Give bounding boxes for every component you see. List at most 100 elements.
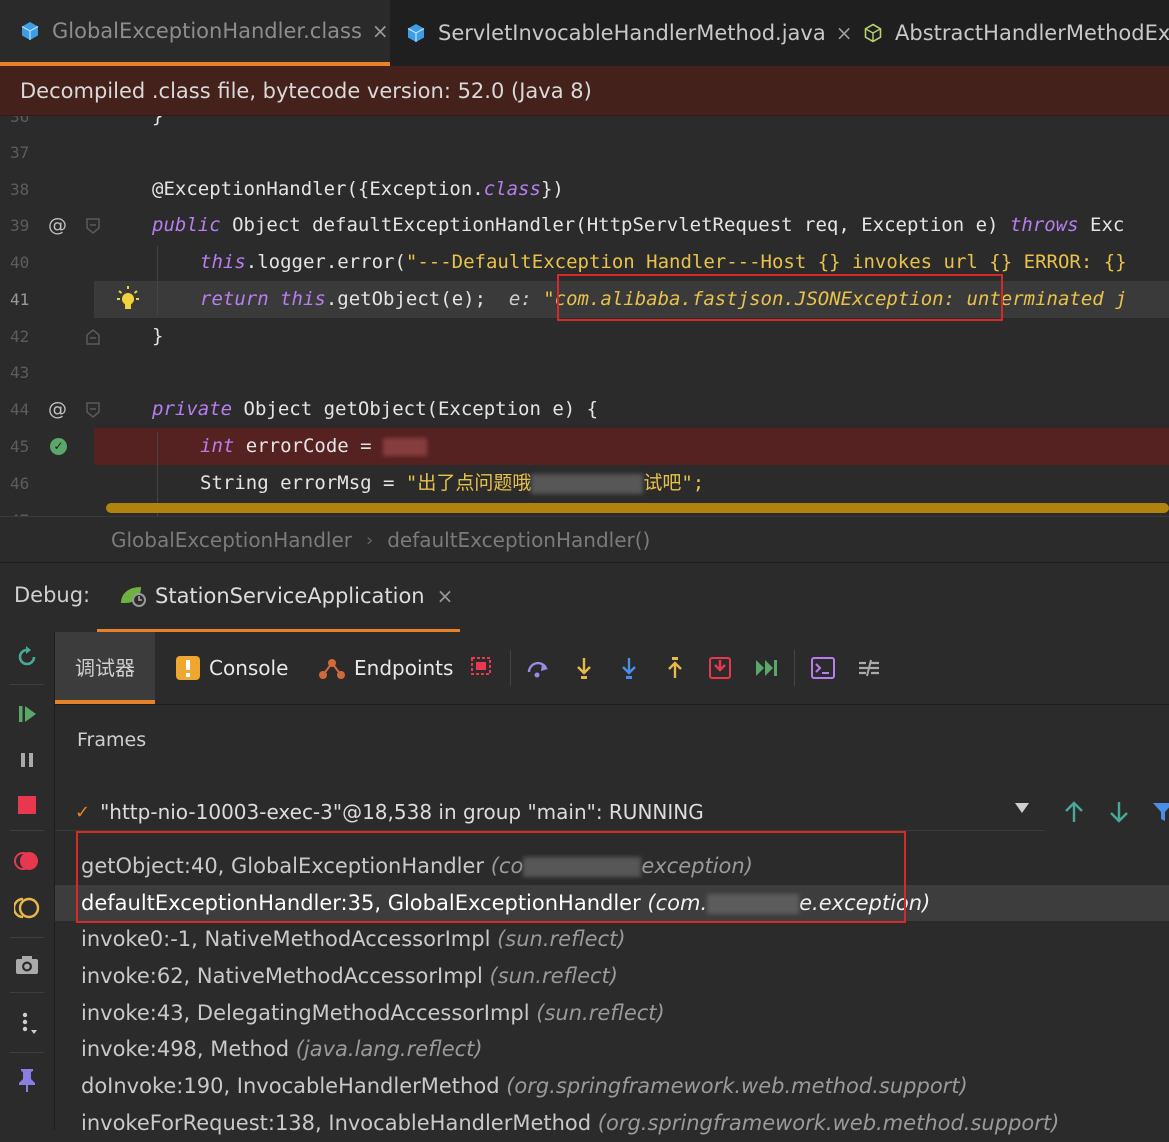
- annotation-at-icon[interactable]: @: [48, 391, 67, 428]
- spring-boot-app-icon: [121, 587, 146, 607]
- tab-label: GlobalExceptionHandler.class: [52, 19, 362, 43]
- drop-frame-icon[interactable]: [708, 656, 732, 680]
- frame-row[interactable]: doInvoke:190, InvocableHandlerMethod (or…: [55, 1068, 1169, 1105]
- line-number: 38: [10, 180, 30, 199]
- code-text: public Object defaultExceptionHandler(Ht…: [152, 214, 1125, 236]
- pause-icon[interactable]: [14, 747, 40, 773]
- debugger-toolbar: 调试器 Console Endpoints: [55, 632, 1169, 705]
- more-actions-icon[interactable]: [14, 1010, 40, 1036]
- line-number: 44: [10, 400, 30, 419]
- endpoints-icon: [319, 659, 345, 679]
- frame-method: invoke0:-1, NativeMethodAccessorImpl: [81, 927, 498, 952]
- frame-method: invoke:62, NativeMethodAccessorImpl: [81, 964, 490, 989]
- breadcrumb-method[interactable]: defaultExceptionHandler(): [387, 528, 650, 552]
- code-text: private Object getObject(Exception e) {: [152, 398, 599, 420]
- trace-current-stream-icon[interactable]: [857, 656, 881, 680]
- restore-layout-icon[interactable]: [468, 656, 492, 680]
- frame-row[interactable]: invoke:62, NativeMethodAccessorImpl (sun…: [55, 958, 1169, 995]
- editor-tab-bar: GlobalExceptionHandler.class × ServletIn…: [0, 0, 1169, 66]
- step-out-icon[interactable]: [663, 656, 687, 680]
- breadcrumb-separator: ›: [365, 529, 374, 551]
- line-number: 42: [10, 327, 30, 346]
- fold-icon[interactable]: [86, 402, 100, 418]
- filter-icon[interactable]: [1152, 800, 1169, 824]
- close-icon[interactable]: ×: [437, 584, 454, 608]
- step-into-icon[interactable]: [572, 656, 596, 680]
- console-warning-icon: [176, 656, 200, 680]
- debug-side-toolbar: [0, 632, 55, 1130]
- abstract-class-icon: [864, 23, 882, 43]
- debug-tool-window-header: Debug: StationServiceApplication ×: [0, 562, 1169, 633]
- tab-debugger[interactable]: 调试器: [55, 632, 155, 704]
- force-step-into-icon[interactable]: [617, 656, 641, 680]
- code-line-38: 38 @ExceptionHandler({Exception.class}): [0, 171, 1169, 208]
- line-number: 39: [10, 216, 30, 235]
- step-over-icon[interactable]: [526, 656, 550, 680]
- frame-row[interactable]: invoke:498, Method (java.lang.reflect): [55, 1031, 1169, 1068]
- camera-icon[interactable]: [14, 952, 40, 978]
- frame-row[interactable]: invoke:43, DelegatingMethodAccessorImpl …: [55, 995, 1169, 1032]
- line-number: 40: [10, 253, 30, 272]
- tab-label: 调试器: [75, 655, 135, 680]
- thread-name: "http-nio-10003-exec-3"@18,538 in group …: [100, 800, 704, 824]
- frame-package: (sun.reflect): [497, 927, 626, 952]
- code-text: String errorMsg = "出了点问题哦 试吧";: [200, 472, 705, 494]
- divider: [10, 1052, 44, 1053]
- run-to-cursor-icon[interactable]: [754, 656, 778, 680]
- code-line-45: 45 ✓ int errorCode =: [0, 428, 1169, 465]
- rerun-icon[interactable]: [14, 644, 40, 670]
- stop-icon[interactable]: [14, 792, 40, 818]
- chevron-down-icon[interactable]: [1015, 803, 1029, 813]
- divider: [10, 830, 44, 831]
- redacted-text: [531, 473, 644, 494]
- mute-breakpoints-icon[interactable]: [14, 895, 40, 921]
- close-icon[interactable]: ×: [372, 19, 389, 43]
- tab-label: Console: [209, 656, 289, 680]
- code-line-36: 36 }: [0, 116, 1169, 135]
- tab-global-exception-handler[interactable]: GlobalExceptionHandler.class ×: [0, 0, 390, 66]
- line-number: 45: [10, 437, 30, 456]
- frame-method: invokeForRequest:138, InvocableHandlerMe…: [81, 1110, 598, 1135]
- close-icon[interactable]: ×: [836, 21, 853, 45]
- tab-endpoints[interactable]: Endpoints: [318, 632, 453, 704]
- highlight-box-exception-value: [557, 274, 1003, 321]
- thread-selector[interactable]: ✓ "http-nio-10003-exec-3"@18,538 in grou…: [55, 794, 1045, 831]
- tab-label: AbstractHandlerMethodExc: [895, 21, 1169, 45]
- tab-servlet-invocable-handler-method[interactable]: ServletInvocableHandlerMethod.java ×: [406, 0, 852, 66]
- code-line-42: 42 }: [0, 318, 1169, 355]
- code-editor[interactable]: 36 } 37 38 @ExceptionHandler({Exception.…: [0, 116, 1169, 516]
- view-breakpoints-icon[interactable]: [14, 848, 40, 874]
- breadcrumb: GlobalExceptionHandler › defaultExceptio…: [0, 516, 1169, 563]
- fold-end-icon[interactable]: [86, 329, 100, 345]
- class-file-icon: [407, 24, 425, 42]
- tab-label: Endpoints: [354, 656, 454, 680]
- arrow-up-icon[interactable]: [1063, 800, 1085, 824]
- fold-icon[interactable]: [86, 218, 100, 234]
- debug-label: Debug:: [14, 583, 91, 607]
- annotation-at-icon[interactable]: @: [48, 207, 67, 244]
- check-icon: ✓: [75, 801, 91, 823]
- arrow-down-icon[interactable]: [1108, 800, 1130, 824]
- divider: [10, 937, 44, 938]
- frame-row[interactable]: invoke0:-1, NativeMethodAccessorImpl (su…: [55, 921, 1169, 958]
- decompiled-banner: Decompiled .class file, bytecode version…: [0, 66, 1169, 116]
- tab-abstract-handler-method[interactable]: AbstractHandlerMethodExc: [863, 0, 1169, 66]
- debug-session-name: StationServiceApplication: [155, 584, 425, 608]
- redacted-value: [383, 437, 428, 456]
- horizontal-scrollbar[interactable]: [106, 503, 1169, 513]
- debug-session-tab[interactable]: StationServiceApplication ×: [97, 563, 460, 633]
- evaluate-expression-icon[interactable]: [811, 656, 835, 680]
- breakpoint-verified-icon[interactable]: ✓: [50, 438, 67, 455]
- lightbulb-icon[interactable]: [117, 285, 139, 313]
- divider: [510, 650, 511, 686]
- code-text: }: [152, 116, 164, 127]
- breadcrumb-class[interactable]: GlobalExceptionHandler: [111, 528, 352, 552]
- resume-icon[interactable]: [14, 701, 40, 727]
- line-number: 41: [10, 290, 30, 309]
- frame-package: (sun.reflect): [536, 1000, 665, 1025]
- frame-row[interactable]: invokeForRequest:138, InvocableHandlerMe…: [55, 1105, 1169, 1142]
- divider: [10, 992, 44, 993]
- tab-console[interactable]: Console: [175, 632, 288, 704]
- inline-debug-label: e:: [508, 288, 544, 310]
- pin-icon[interactable]: [14, 1067, 40, 1093]
